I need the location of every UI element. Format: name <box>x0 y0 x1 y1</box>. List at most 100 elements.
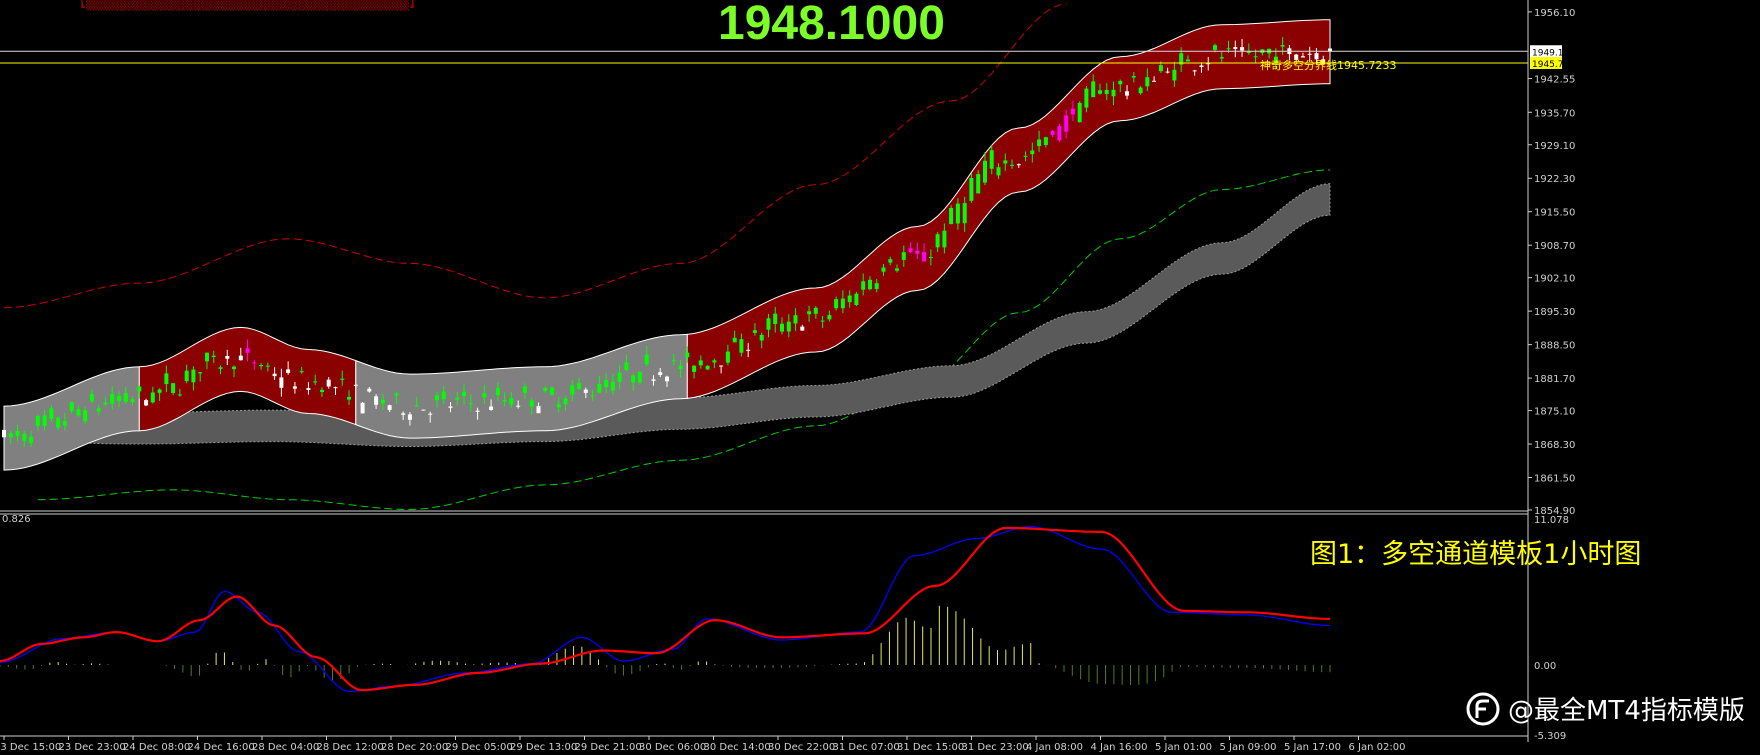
candle-body <box>191 369 196 383</box>
candle-body <box>171 383 176 393</box>
mt4-chart[interactable]: 1949.10 1945.72 1956.10 1942.55 1935.70 1929.… <box>0 0 1760 755</box>
candle-body <box>597 384 602 393</box>
x-tick-label: 23 Dec 15:00 <box>0 742 61 753</box>
candle <box>705 365 710 371</box>
candle-body <box>509 398 514 405</box>
candle-body <box>955 203 960 224</box>
y-tick-label: 1861.50 <box>1534 474 1575 485</box>
candle-body <box>69 402 74 411</box>
candle <box>360 402 365 414</box>
candle-body <box>1280 45 1285 47</box>
candle-body <box>1016 164 1021 166</box>
candle-body <box>333 387 338 389</box>
candle-body <box>983 160 987 183</box>
x-tick-label: 24 Dec 08:00 <box>123 742 190 753</box>
candle-body <box>394 393 399 396</box>
candle-body <box>495 387 500 395</box>
candle-body <box>915 250 920 254</box>
candle-body <box>888 259 893 263</box>
candle-body <box>8 433 13 438</box>
candle-body <box>556 404 561 408</box>
candle-body <box>725 351 730 363</box>
price-marker-label: 1949.10 <box>1532 48 1569 58</box>
candle-body <box>1213 45 1217 50</box>
x-tick-label: 28 Dec 12:00 <box>317 742 384 753</box>
candle-body <box>225 356 230 359</box>
candle-body <box>996 167 1001 176</box>
candle-body <box>62 421 67 426</box>
y-tick-label: 1888.50 <box>1534 341 1575 352</box>
lower-grey-band <box>3 183 1331 447</box>
brand-logo-icon <box>1466 692 1500 725</box>
candle-body <box>840 298 845 309</box>
candle-body <box>1165 71 1170 73</box>
candle-body <box>29 436 34 443</box>
candle-body <box>387 405 392 410</box>
candle-body <box>83 410 88 422</box>
y-tick-label: 1942.55 <box>1534 75 1575 86</box>
candle-body <box>353 384 358 386</box>
x-tick-label: 6 Jan 02:00 <box>1349 742 1406 753</box>
candle-body <box>502 400 507 402</box>
candle-body <box>928 257 933 258</box>
candle-body <box>76 409 81 416</box>
candle-body <box>949 208 954 225</box>
x-tick-label: 31 Dec 15:00 <box>897 742 964 753</box>
candle-body <box>543 388 548 391</box>
indicator-panel[interactable] <box>0 525 1331 693</box>
candle-body <box>881 267 886 272</box>
candle-body <box>198 372 203 374</box>
candle-body <box>665 376 669 382</box>
candle-body <box>150 392 155 403</box>
candle-body <box>252 362 257 364</box>
candle-body <box>773 313 778 324</box>
candle-body <box>320 389 324 392</box>
candle-body <box>279 377 284 388</box>
candle-body <box>550 387 554 395</box>
candle-body <box>577 383 582 390</box>
candle-body <box>117 395 121 401</box>
candle-body <box>1172 69 1177 81</box>
candle-body <box>590 395 595 397</box>
candle-body <box>211 355 216 357</box>
candle-body <box>360 402 365 414</box>
candle-body <box>1077 102 1082 123</box>
price-panel[interactable] <box>0 3 1528 511</box>
candle-body <box>1064 115 1069 132</box>
candle-body <box>516 405 521 407</box>
candle-body <box>374 396 379 405</box>
candle <box>1057 123 1062 142</box>
candle-body <box>807 311 812 315</box>
candle-body <box>272 373 277 377</box>
watermark-text: @最全MT4指标模版 <box>1508 696 1745 726</box>
candle-body <box>401 413 406 415</box>
candle-body <box>942 230 947 248</box>
candle-body <box>475 410 480 412</box>
y-tick-label: 1956.10 <box>1534 8 1575 19</box>
candle-body <box>1111 89 1116 97</box>
candle-body <box>685 352 690 358</box>
candle-body <box>1158 65 1163 72</box>
candle-body <box>895 268 899 271</box>
candle-body <box>380 399 385 404</box>
candle-body <box>1010 164 1014 166</box>
candle-body <box>583 389 588 393</box>
candle-body <box>827 315 832 320</box>
candle-body <box>468 403 473 405</box>
candle-body <box>1043 137 1048 145</box>
candle-body <box>313 381 318 383</box>
candle-body <box>340 378 345 380</box>
candle-body <box>658 372 663 375</box>
candle-body <box>428 413 433 415</box>
candle-body <box>604 380 609 387</box>
candle-body <box>563 398 568 405</box>
candle-body <box>631 375 636 383</box>
candle-body <box>1192 70 1197 72</box>
x-tick-label: 29 Dec 13:00 <box>510 742 577 753</box>
candle-body <box>1030 150 1035 155</box>
candle-body <box>908 248 913 253</box>
candle-body <box>218 367 223 369</box>
candle-body <box>441 391 446 399</box>
x-tick-label: 4 Jan 16:00 <box>1091 742 1148 753</box>
candle-body <box>1003 160 1008 164</box>
